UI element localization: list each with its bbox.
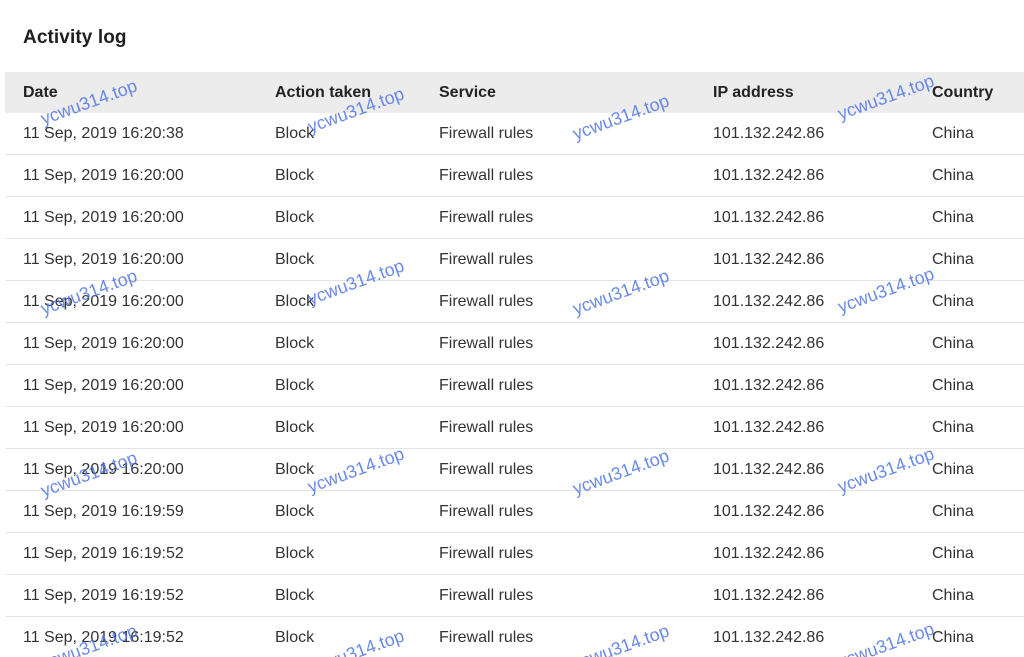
cell-service: Firewall rules	[439, 503, 534, 520]
column-header-service[interactable]: Service	[439, 72, 496, 113]
cell-country: China	[932, 251, 974, 268]
cell-country: China	[932, 209, 974, 226]
table-row[interactable]: 11 Sep, 2019 16:20:00 Block Firewall rules…	[5, 365, 1024, 407]
cell-service: Firewall rules	[439, 251, 534, 268]
cell-ip-address: 101.132.242.86	[713, 251, 825, 268]
cell-date: 11 Sep, 2019 16:20:00	[23, 209, 184, 226]
table-row[interactable]: 11 Sep, 2019 16:20:00 Block Firewall rules…	[5, 407, 1024, 449]
cell-country: China	[932, 545, 974, 562]
table-row[interactable]: 11 Sep, 2019 16:20:00 Block Firewall rules…	[5, 281, 1024, 323]
cell-country: China	[932, 629, 974, 646]
cell-service: Firewall rules	[439, 125, 534, 142]
cell-date: 11 Sep, 2019 16:20:00	[23, 251, 184, 268]
cell-ip-address: 101.132.242.86	[713, 209, 825, 226]
cell-date: 11 Sep, 2019 16:19:52	[23, 587, 184, 604]
cell-ip-address: 101.132.242.86	[713, 167, 825, 184]
activity-table: Date Action taken Service IP address Cou…	[5, 72, 1024, 657]
cell-date: 11 Sep, 2019 16:19:59	[23, 503, 184, 520]
table-header-row: Date Action taken Service IP address Cou…	[5, 72, 1024, 113]
cell-date: 11 Sep, 2019 16:20:00	[23, 293, 184, 310]
cell-ip-address: 101.132.242.86	[713, 377, 825, 394]
column-header-date[interactable]: Date	[23, 72, 58, 113]
cell-country: China	[932, 167, 974, 184]
cell-date: 11 Sep, 2019 16:20:00	[23, 167, 184, 184]
cell-action-taken: Block	[275, 503, 315, 520]
column-header-country[interactable]: Country	[932, 72, 993, 113]
table-row[interactable]: 11 Sep, 2019 16:20:00 Block Firewall rules…	[5, 239, 1024, 281]
cell-service: Firewall rules	[439, 209, 534, 226]
cell-country: China	[932, 125, 974, 142]
cell-action-taken: Block	[275, 251, 315, 268]
cell-country: China	[932, 419, 974, 436]
cell-ip-address: 101.132.242.86	[713, 125, 825, 142]
cell-service: Firewall rules	[439, 293, 534, 310]
table-row[interactable]: 11 Sep, 2019 16:19:59 Block Firewall rules…	[5, 491, 1024, 533]
column-header-action-taken[interactable]: Action taken	[275, 72, 371, 113]
table-row[interactable]: 11 Sep, 2019 16:20:00 Block Firewall rules…	[5, 449, 1024, 491]
cell-date: 11 Sep, 2019 16:20:38	[23, 125, 184, 142]
cell-action-taken: Block	[275, 335, 315, 352]
cell-ip-address: 101.132.242.86	[713, 335, 825, 352]
cell-ip-address: 101.132.242.86	[713, 419, 825, 436]
cell-country: China	[932, 293, 974, 310]
cell-service: Firewall rules	[439, 629, 534, 646]
cell-country: China	[932, 587, 974, 604]
cell-date: 11 Sep, 2019 16:20:00	[23, 335, 184, 352]
cell-action-taken: Block	[275, 209, 315, 226]
cell-action-taken: Block	[275, 629, 315, 646]
table-row[interactable]: 11 Sep, 2019 16:20:38 Block Firewall rules…	[5, 113, 1024, 155]
cell-service: Firewall rules	[439, 377, 534, 394]
cell-country: China	[932, 377, 974, 394]
cell-ip-address: 101.132.242.86	[713, 503, 825, 520]
cell-action-taken: Block	[275, 167, 315, 184]
cell-service: Firewall rules	[439, 419, 534, 436]
table-body: 11 Sep, 2019 16:20:38 Block Firewall rules…	[5, 113, 1024, 657]
cell-service: Firewall rules	[439, 461, 534, 478]
cell-ip-address: 101.132.242.86	[713, 461, 825, 478]
cell-date: 11 Sep, 2019 16:19:52	[23, 629, 184, 646]
cell-service: Firewall rules	[439, 545, 534, 562]
cell-action-taken: Block	[275, 419, 315, 436]
cell-ip-address: 101.132.242.86	[713, 545, 825, 562]
cell-action-taken: Block	[275, 461, 315, 478]
table-row[interactable]: 11 Sep, 2019 16:19:52 Block Firewall rules…	[5, 575, 1024, 617]
cell-country: China	[932, 503, 974, 520]
cell-date: 11 Sep, 2019 16:20:00	[23, 377, 184, 394]
cell-ip-address: 101.132.242.86	[713, 629, 825, 646]
cell-action-taken: Block	[275, 377, 315, 394]
table-row[interactable]: 11 Sep, 2019 16:20:00 Block Firewall rules…	[5, 197, 1024, 239]
table-row[interactable]: 11 Sep, 2019 16:20:00 Block Firewall rules…	[5, 323, 1024, 365]
activity-log-page: Activity log Date Action taken Service I…	[0, 0, 1024, 657]
column-header-ip-address[interactable]: IP address	[713, 72, 794, 113]
cell-country: China	[932, 461, 974, 478]
cell-ip-address: 101.132.242.86	[713, 293, 825, 310]
cell-service: Firewall rules	[439, 335, 534, 352]
page-title: Activity log	[23, 27, 127, 48]
cell-action-taken: Block	[275, 293, 315, 310]
cell-service: Firewall rules	[439, 167, 534, 184]
cell-service: Firewall rules	[439, 587, 534, 604]
cell-date: 11 Sep, 2019 16:19:52	[23, 545, 184, 562]
cell-action-taken: Block	[275, 125, 315, 142]
cell-date: 11 Sep, 2019 16:20:00	[23, 419, 184, 436]
cell-ip-address: 101.132.242.86	[713, 587, 825, 604]
table-row[interactable]: 11 Sep, 2019 16:19:52 Block Firewall rules…	[5, 533, 1024, 575]
table-row[interactable]: 11 Sep, 2019 16:20:00 Block Firewall rules…	[5, 155, 1024, 197]
table-row[interactable]: 11 Sep, 2019 16:19:52 Block Firewall rules…	[5, 617, 1024, 657]
cell-country: China	[932, 335, 974, 352]
cell-action-taken: Block	[275, 587, 315, 604]
cell-action-taken: Block	[275, 545, 315, 562]
cell-date: 11 Sep, 2019 16:20:00	[23, 461, 184, 478]
